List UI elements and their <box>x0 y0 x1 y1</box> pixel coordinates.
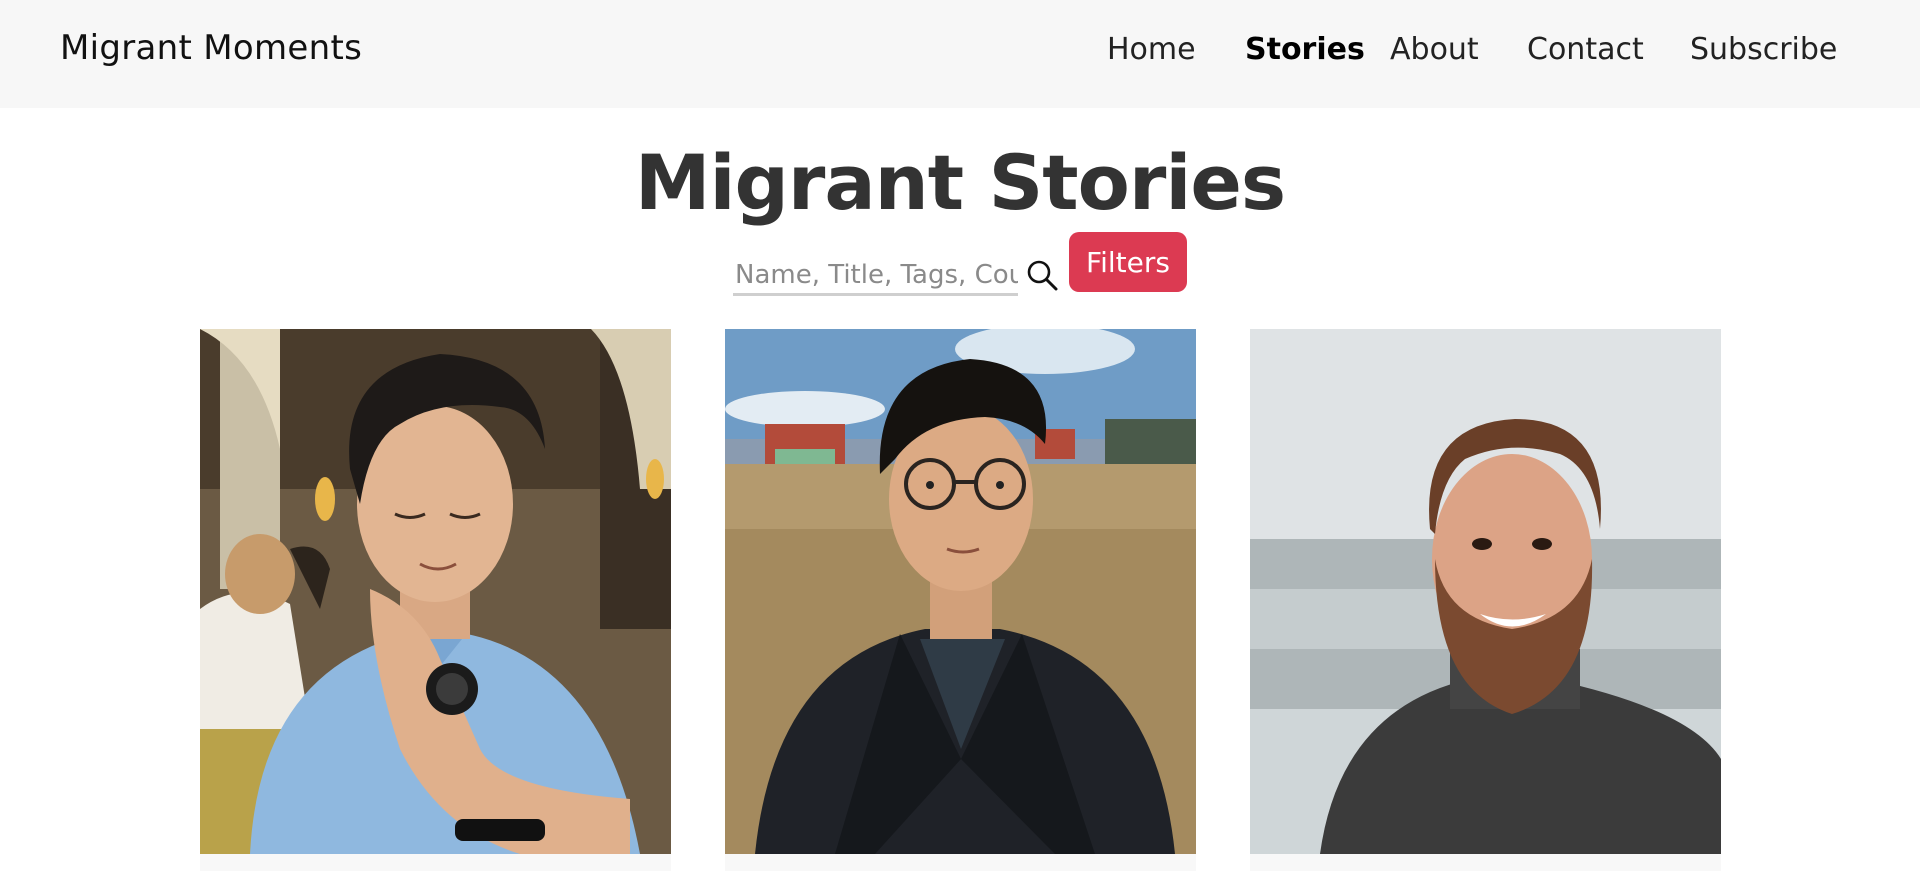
nav-link-contact[interactable]: Contact <box>1527 32 1644 67</box>
main-nav: Home Stories About Contact Subscribe <box>0 32 1920 72</box>
navbar: Migrant Moments Home Stories About Conta… <box>0 0 1920 108</box>
page-title: Migrant Stories <box>634 138 1286 227</box>
nav-link-about[interactable]: About <box>1390 32 1479 67</box>
portrait-photo <box>200 329 671 854</box>
nav-link-home[interactable]: Home <box>1107 32 1196 67</box>
search-input[interactable] <box>733 256 1018 296</box>
filters-button[interactable]: Filters <box>1069 232 1187 292</box>
search-icon[interactable] <box>1025 258 1059 292</box>
story-card[interactable] <box>1250 329 1721 871</box>
story-card[interactable] <box>200 329 671 871</box>
portrait-photo <box>725 329 1196 854</box>
nav-link-subscribe[interactable]: Subscribe <box>1690 32 1837 67</box>
portrait-photo <box>1250 329 1721 854</box>
story-card-photo[interactable] <box>200 329 671 854</box>
story-card[interactable] <box>725 329 1196 871</box>
story-card-photo[interactable] <box>1250 329 1721 854</box>
nav-link-stories[interactable]: Stories <box>1245 32 1365 67</box>
story-card-photo[interactable] <box>725 329 1196 854</box>
